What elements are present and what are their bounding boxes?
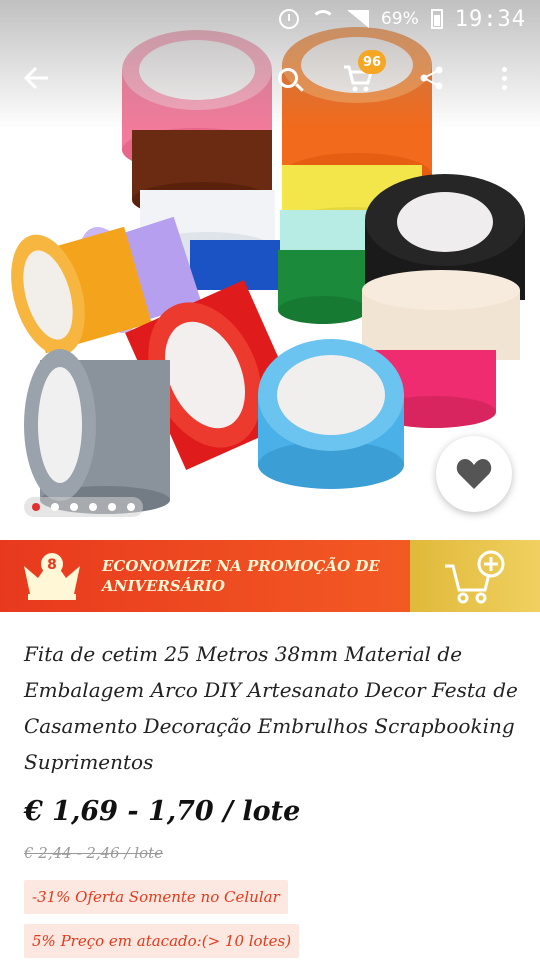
cart-button[interactable]: 96 bbox=[334, 48, 387, 108]
heart-icon bbox=[456, 459, 492, 489]
pager-dot[interactable] bbox=[32, 503, 40, 511]
product-price: € 1,69 - 1,70 / lote bbox=[24, 796, 301, 827]
back-button[interactable] bbox=[12, 48, 60, 108]
original-price: € 2,44 - 2,46 / lote bbox=[24, 844, 164, 862]
cart-count-badge: 96 bbox=[358, 50, 387, 74]
promo-text: ECONOMIZE NA PROMOÇÃO DE ANIVERSÁRIO bbox=[102, 557, 380, 595]
discount-tag: -31% Oferta Somente no Celular bbox=[24, 880, 288, 914]
share-icon bbox=[420, 66, 443, 90]
alarm-icon bbox=[278, 9, 299, 29]
search-button[interactable] bbox=[264, 48, 312, 108]
pager-dot[interactable] bbox=[51, 503, 59, 511]
wishlist-button[interactable] bbox=[436, 436, 512, 512]
crown-icon: 8 bbox=[20, 550, 84, 602]
search-icon bbox=[278, 68, 298, 88]
pager-dot[interactable] bbox=[108, 503, 116, 511]
signal-icon bbox=[346, 10, 369, 28]
status-bar: 69% 19:34 bbox=[0, 0, 540, 38]
add-to-cart-button[interactable] bbox=[410, 540, 540, 612]
ribbon-roll bbox=[258, 339, 404, 489]
cart-plus-icon bbox=[445, 550, 505, 604]
back-arrow-icon bbox=[23, 66, 48, 90]
pager-dot[interactable] bbox=[89, 503, 97, 511]
promo-left: 8 ECONOMIZE NA PROMOÇÃO DE ANIVERSÁRIO bbox=[0, 540, 410, 612]
share-button[interactable] bbox=[408, 48, 456, 108]
ribbon-roll bbox=[24, 349, 170, 514]
wholesale-tag[interactable]: 5% Preço em atacado:(> 10 lotes) bbox=[24, 924, 300, 958]
promo-banner[interactable]: 8 ECONOMIZE NA PROMOÇÃO DE ANIVERSÁRIO bbox=[0, 540, 540, 612]
wifi-icon bbox=[310, 10, 335, 28]
pager-dot[interactable] bbox=[70, 503, 78, 511]
ribbon-roll bbox=[11, 226, 152, 356]
more-options-button[interactable] bbox=[480, 48, 528, 108]
more-vert-icon bbox=[501, 66, 507, 90]
clock: 19:34 bbox=[454, 6, 526, 32]
crown-number: 8 bbox=[47, 557, 57, 573]
top-toolbar: 96 bbox=[0, 48, 540, 108]
battery-icon bbox=[430, 9, 443, 29]
pager-dot[interactable] bbox=[127, 503, 135, 511]
image-pager[interactable] bbox=[24, 497, 143, 517]
battery-percent: 69% bbox=[380, 9, 419, 29]
product-title: Fita de cetim 25 Metros 38mm Material de… bbox=[24, 642, 518, 774]
